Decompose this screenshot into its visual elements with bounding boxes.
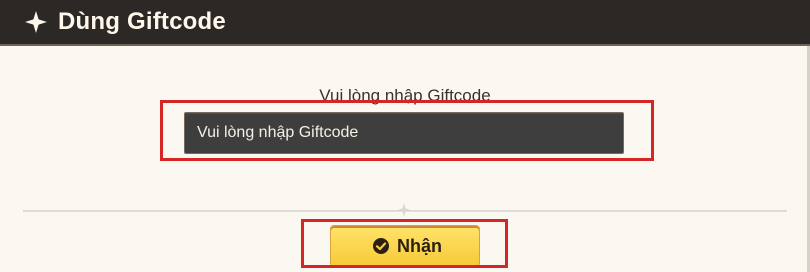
sparkle-star-icon — [25, 11, 47, 33]
button-highlight-outline — [301, 219, 508, 268]
giftcode-dialog: Dùng Giftcode Vui lòng nhập Giftcode Vui… — [0, 0, 810, 272]
input-highlight-outline — [160, 100, 654, 161]
dialog-title: Dùng Giftcode — [58, 8, 226, 35]
dialog-header: Dùng Giftcode — [0, 0, 810, 46]
divider-star-icon — [397, 203, 411, 217]
